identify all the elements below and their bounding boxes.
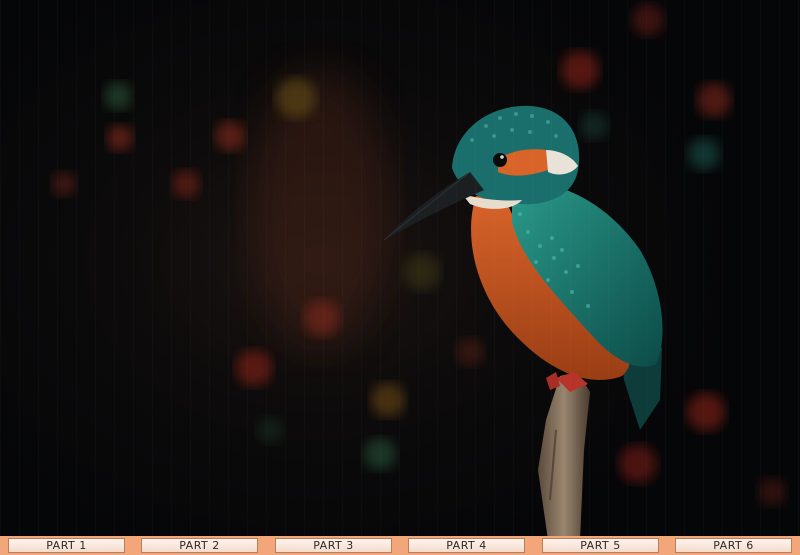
tab-part-2[interactable]: PART 2 xyxy=(141,538,258,553)
tab-part-3[interactable]: PART 3 xyxy=(275,538,392,553)
part-tab-bar: PART 1 PART 2 PART 3 PART 4 PART 5 PART … xyxy=(0,536,800,555)
image-viewer: PART 1 PART 2 PART 3 PART 4 PART 5 PART … xyxy=(0,0,800,555)
tab-part-4[interactable]: PART 4 xyxy=(408,538,525,553)
branch xyxy=(538,372,590,536)
kingfisher-photo xyxy=(0,0,800,536)
bokeh-lights xyxy=(52,4,786,506)
tab-part-1[interactable]: PART 1 xyxy=(8,538,125,553)
photo-artwork xyxy=(52,4,786,536)
tab-part-5[interactable]: PART 5 xyxy=(542,538,659,553)
tab-part-6[interactable]: PART 6 xyxy=(675,538,792,553)
